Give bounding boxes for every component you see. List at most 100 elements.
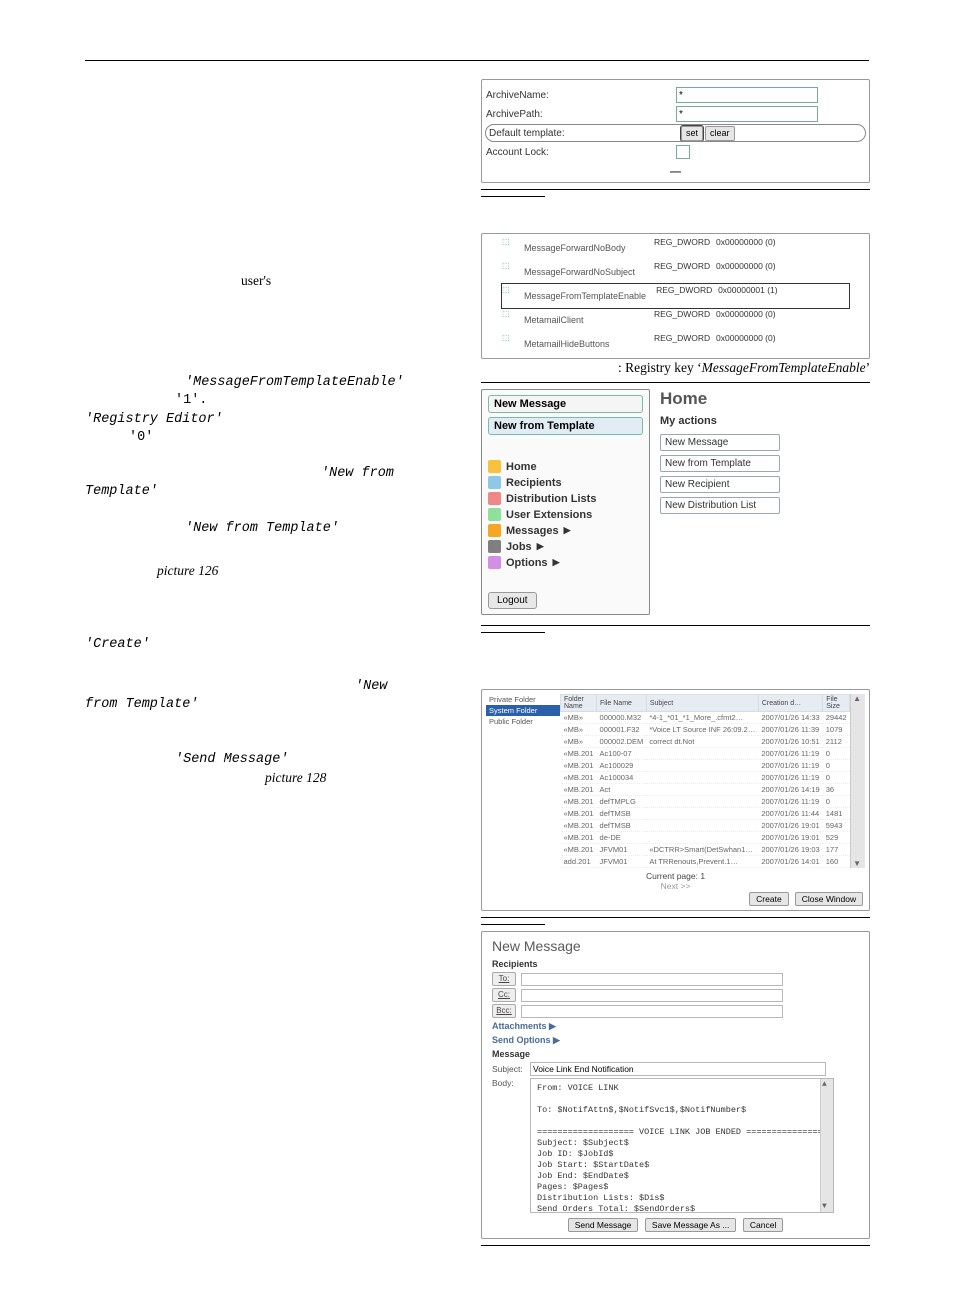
action-new-distribution-list[interactable]: New Distribution List	[660, 497, 780, 514]
table-row[interactable]: add.201JFVM01At TRRenouts,Prevent.1…2007…	[561, 856, 850, 868]
key-name: 'MessageFromTemplateEnable'	[85, 374, 467, 392]
reg-icon: ⬚	[502, 284, 514, 308]
reg-icon: ⬚	[502, 332, 514, 356]
my-actions-label: My actions	[660, 415, 780, 427]
cc-field[interactable]	[521, 989, 783, 1002]
bcc-field[interactable]	[521, 1005, 783, 1018]
template-list-window: Private FolderSystem FolderPublic Folder…	[481, 689, 870, 911]
attachments-label[interactable]: Attachments ▶	[492, 1021, 859, 1032]
next-link[interactable]: Next >>	[661, 881, 691, 891]
new-from-template-header[interactable]: New from Template	[488, 417, 643, 435]
archive-path-input[interactable]	[676, 106, 818, 122]
table-row[interactable]: «MB.201defTMSB2007/01/26 11:441481	[561, 808, 850, 820]
home-title: Home	[660, 389, 780, 409]
table-header[interactable]: Subject	[646, 695, 758, 712]
home-icon	[488, 460, 501, 473]
registry-row: ⬚ MessageForwardNoBodyREG_DWORD0x0000000…	[502, 236, 849, 260]
send-message-button[interactable]: Send Message	[568, 1218, 639, 1232]
table-row[interactable]: «MB.201defTMSB2007/01/26 19:015943	[561, 820, 850, 832]
reg-icon: ⬚	[502, 308, 514, 332]
table-header[interactable]: File Name	[597, 695, 647, 712]
body-textarea[interactable]: From: VOICE LINK To: $NotifAttn$,$NotifS…	[530, 1078, 834, 1213]
default-template-row: Default template: set clear	[486, 125, 865, 141]
table-header[interactable]: Folder Name	[561, 695, 597, 712]
nav-item-recipients[interactable]: Recipients	[488, 476, 643, 489]
nav-item-messages[interactable]: Messages▶	[488, 524, 643, 537]
jobs-icon	[488, 540, 501, 553]
registry-panel: ⬚ MessageForwardNoBodyREG_DWORD0x0000000…	[481, 233, 870, 359]
distribution-icon	[488, 492, 501, 505]
reg-icon: ⬚	[502, 260, 514, 284]
create-button[interactable]: Create	[749, 892, 789, 906]
webclient-sidebar: New Message New from Template Home Recipi…	[481, 389, 650, 615]
left-text-column: user's 'MessageFromTemplateEnable' '1'. …	[85, 79, 467, 1252]
set-button[interactable]: set	[681, 126, 703, 141]
folder-item[interactable]: System Folder	[486, 705, 560, 716]
table-row[interactable]: «MB.201defTMPLG2007/01/26 11:190	[561, 796, 850, 808]
action-new-recipient[interactable]: New Recipient	[660, 476, 780, 493]
table-row[interactable]: «MB»000002.DEMcorrect dt.Not2007/01/26 1…	[561, 736, 850, 748]
cancel-button[interactable]: Cancel	[743, 1218, 783, 1232]
messages-icon	[488, 524, 501, 537]
account-lock-checkbox[interactable]	[676, 145, 690, 159]
to-button[interactable]: To:	[492, 972, 516, 986]
clear-button[interactable]: clear	[705, 126, 735, 141]
collapse-icon[interactable]: —	[486, 166, 865, 178]
message-label: Message	[492, 1049, 859, 1059]
new-message-title: New Message	[492, 938, 859, 954]
folder-item[interactable]: Private Folder	[486, 694, 560, 705]
account-lock-row: Account Lock:	[486, 144, 865, 160]
save-message-as-button[interactable]: Save Message As ...	[645, 1218, 736, 1232]
page-top-rule	[85, 60, 869, 61]
archive-name-row: ArchiveName:	[486, 87, 865, 103]
new-message-window: New Message Recipients To: Cc: Bcc: Atta…	[481, 931, 870, 1239]
picture-126: picture 126	[85, 562, 467, 580]
nav-item-options[interactable]: Options▶	[488, 556, 643, 569]
nav-item-jobs[interactable]: Jobs▶	[488, 540, 643, 553]
registry-caption: : Registry key ‘MessageFromTemplateEnabl…	[481, 360, 870, 376]
recipients-icon	[488, 476, 501, 489]
registry-row: ⬚ MessageForwardNoSubjectREG_DWORD0x0000…	[502, 260, 849, 284]
account-settings-panel: ArchiveName: ArchivePath: Default templa…	[481, 79, 870, 183]
recipients-label: Recipients	[492, 959, 859, 969]
new-message-header[interactable]: New Message	[488, 395, 643, 413]
table-row[interactable]: «MB.201JFVM01«DCTRR>Smart(DetSwhan1…2007…	[561, 844, 850, 856]
table-row[interactable]: «MB.201Ac100-072007/01/26 11:190	[561, 748, 850, 760]
users-line: user's	[85, 272, 467, 290]
registry-row: ⬚ MessageFromTemplateEnableREG_DWORD0x00…	[502, 284, 849, 308]
table-row[interactable]: «MB.201Ac1000342007/01/26 11:190	[561, 772, 850, 784]
registry-row: ⬚ MetamailHideButtonsREG_DWORD0x00000000…	[502, 332, 849, 356]
picture-128: picture 128	[85, 769, 467, 787]
table-header[interactable]: Creation d…	[758, 695, 822, 712]
options-icon	[488, 556, 501, 569]
close-window-button[interactable]: Close Window	[795, 892, 863, 906]
template-table: Folder NameFile NameSubjectCreation d…Fi…	[560, 694, 850, 868]
webclient-home: Home My actions New Message New from Temp…	[660, 389, 780, 615]
template-scrollbar[interactable]	[850, 694, 865, 868]
logout-button[interactable]: Logout	[488, 592, 537, 609]
table-header[interactable]: File Size	[823, 695, 850, 712]
send-options-label[interactable]: Send Options ▶	[492, 1035, 859, 1046]
nav-item-distribution-lists[interactable]: Distribution Lists	[488, 492, 643, 505]
archive-path-row: ArchivePath:	[486, 106, 865, 122]
table-row[interactable]: «MB»000000.M32*4-1_*01_*1_More_.cfmt2…20…	[561, 712, 850, 724]
table-row[interactable]: «MB.201Act2007/01/26 14:1936	[561, 784, 850, 796]
to-field[interactable]	[521, 973, 783, 986]
action-new-from-template[interactable]: New from Template	[660, 455, 780, 472]
registry-row: ⬚ MetamailClientREG_DWORD0x00000000 (0)	[502, 308, 849, 332]
cc-button[interactable]: Cc:	[492, 988, 516, 1002]
archive-name-input[interactable]	[676, 87, 818, 103]
subject-input[interactable]	[530, 1062, 826, 1076]
bcc-button[interactable]: Bcc:	[492, 1004, 516, 1018]
folder-item[interactable]: Public Folder	[486, 716, 560, 727]
extensions-icon	[488, 508, 501, 521]
action-new-message[interactable]: New Message	[660, 434, 780, 451]
table-row[interactable]: «MB.201Ac1000292007/01/26 11:190	[561, 760, 850, 772]
nav-item-home[interactable]: Home	[488, 460, 643, 473]
nav-item-user-extensions[interactable]: User Extensions	[488, 508, 643, 521]
table-row[interactable]: «MB»000001.F32*Voice LT Source INF 26:09…	[561, 724, 850, 736]
reg-icon: ⬚	[502, 236, 514, 260]
body-scrollbar[interactable]	[820, 1079, 833, 1212]
template-folders: Private FolderSystem FolderPublic Folder	[486, 694, 560, 868]
table-row[interactable]: «MB.201de-DE2007/01/26 19:01529	[561, 832, 850, 844]
